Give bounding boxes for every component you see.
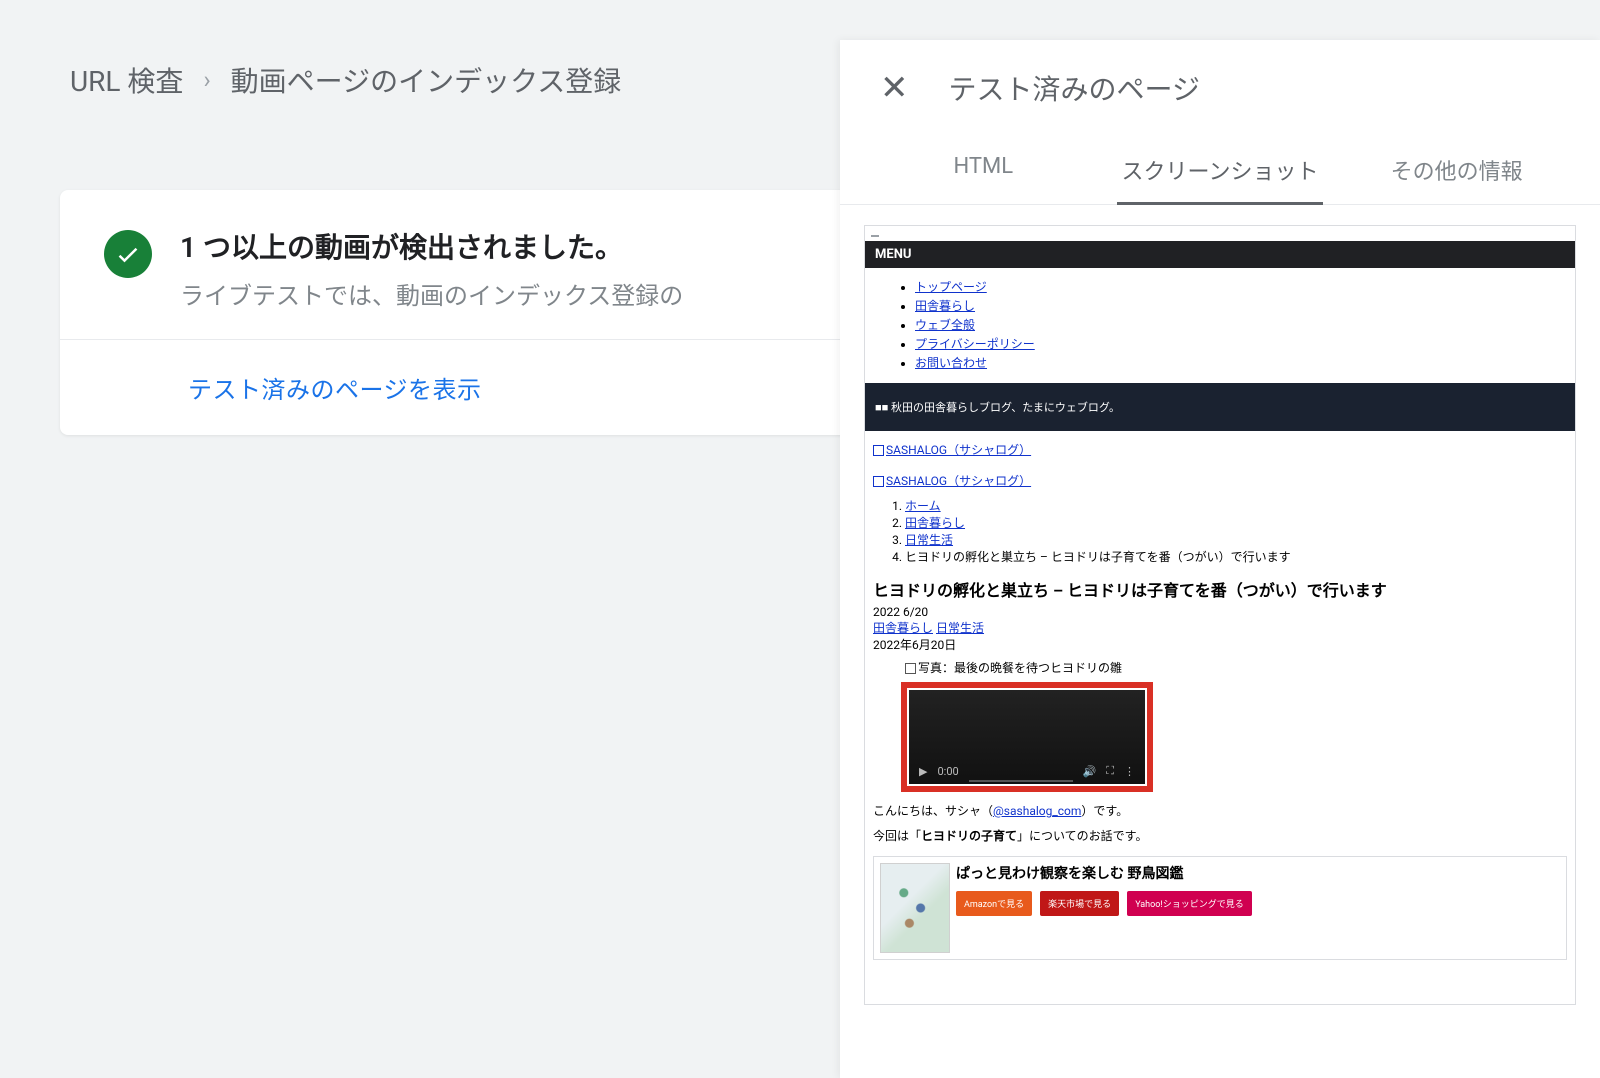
preview-author-link[interactable]: @sashalog_com: [993, 804, 1081, 818]
preview-menu-bar: MENU: [865, 241, 1575, 268]
preview-photo-caption: 写真：最後の晩餐を待つヒヨドリの雛: [918, 661, 1122, 675]
preview-site-link[interactable]: SASHALOG（サシャログ）: [873, 441, 1031, 458]
preview-nav-list: トップページ 田舎暮らし ウェブ全般 プライバシーポリシー お問い合わせ: [865, 268, 1575, 383]
play-icon[interactable]: ▶: [919, 765, 927, 778]
video-time-label: 0:00: [937, 765, 958, 778]
preview-nav-link[interactable]: お問い合わせ: [915, 356, 987, 370]
video-progress-bar[interactable]: [969, 780, 1073, 782]
preview-crumb-link[interactable]: 田舎暮らし: [905, 516, 965, 530]
preview-crumb-link[interactable]: ホーム: [905, 499, 941, 513]
preview-article-title: ヒヨドリの孵化と巣立ち – ヒヨドリは子育てを番（つがい）で行います: [865, 569, 1575, 605]
page-screenshot-preview: MENU トップページ 田舎暮らし ウェブ全般 プライバシーポリシー お問い合わ…: [864, 225, 1576, 1005]
breadcrumb-item-inspect[interactable]: URL 検査: [70, 60, 183, 100]
book-cover-icon: [880, 863, 950, 953]
preview-intro-text: こんにちは、サシャ（: [873, 804, 993, 818]
preview-nav-link[interactable]: プライバシーポリシー: [915, 337, 1035, 351]
panel-title: テスト済みのページ: [949, 68, 1200, 108]
video-highlight-box: ▶ 0:00 🔊 ⛶ ⋮: [901, 682, 1153, 792]
status-subtitle: ライブテストでは、動画のインデックス登録の: [180, 276, 683, 311]
preview-category-link[interactable]: 田舎暮らし: [873, 621, 933, 635]
panel-tabs: HTML スクリーンショット その他の情報: [840, 118, 1600, 205]
image-placeholder-icon: [873, 445, 884, 456]
preview-date-short: 2022 6/20: [865, 605, 1575, 619]
image-placeholder-icon: [873, 476, 884, 487]
preview-product-card: ぱっと見わけ観察を楽しむ 野鳥図鑑 Amazonで見る 楽天市場で見る Yaho…: [873, 856, 1567, 960]
buy-rakuten-button[interactable]: 楽天市場で見る: [1040, 891, 1119, 916]
preview-nav-link[interactable]: ウェブ全般: [915, 318, 975, 332]
tab-screenshot[interactable]: スクリーンショット: [1107, 136, 1334, 204]
volume-icon[interactable]: 🔊: [1083, 765, 1097, 778]
preview-site-link[interactable]: SASHALOG（サシャログ）: [873, 472, 1031, 489]
preview-banner: ■■ 秋田の田舎暮らしブログ、たまにウェブログ。: [865, 383, 1575, 431]
preview-crumb-link[interactable]: 日常生活: [905, 533, 953, 547]
tab-other-info[interactable]: その他の情報: [1343, 136, 1570, 204]
fullscreen-icon[interactable]: ⛶: [1106, 764, 1114, 778]
chevron-right-icon: ›: [203, 66, 210, 94]
checkmark-icon: [104, 230, 152, 278]
preview-nav-link[interactable]: トップページ: [915, 280, 987, 294]
buy-yahoo-button[interactable]: Yahoo!ショッピングで見る: [1127, 891, 1252, 916]
image-placeholder-icon: [905, 663, 916, 674]
buy-amazon-button[interactable]: Amazonで見る: [956, 891, 1032, 916]
view-tested-page-link[interactable]: テスト済みのページを表示: [188, 376, 482, 404]
preview-topic-bold: ヒヨドリの子育て: [921, 829, 1017, 843]
video-player[interactable]: ▶ 0:00 🔊 ⛶ ⋮: [909, 690, 1145, 784]
preview-book-title: ぱっと見わけ観察を楽しむ 野鳥図鑑: [956, 863, 1560, 883]
preview-breadcrumb-list: ホーム 田舎暮らし 日常生活 ヒヨドリの孵化と巣立ち – ヒヨドリは子育てを番（…: [865, 493, 1575, 569]
close-icon[interactable]: ✕: [880, 71, 909, 105]
preview-date-full: 2022年6月20日: [865, 636, 1575, 653]
status-title: 1 つ以上の動画が検出されました。: [180, 226, 683, 266]
more-icon[interactable]: ⋮: [1124, 765, 1135, 778]
tab-html[interactable]: HTML: [870, 136, 1097, 204]
preview-nav-link[interactable]: 田舎暮らし: [915, 299, 975, 313]
preview-crumb-current: ヒヨドリの孵化と巣立ち – ヒヨドリは子育てを番（つがい）で行います: [905, 548, 1565, 565]
breadcrumb-item-video-index[interactable]: 動画ページのインデックス登録: [231, 60, 622, 100]
preview-menu-small: [871, 235, 879, 237]
tested-page-panel: ✕ テスト済みのページ HTML スクリーンショット その他の情報 MENU ト…: [840, 40, 1600, 1078]
preview-category-link[interactable]: 日常生活: [936, 621, 984, 635]
